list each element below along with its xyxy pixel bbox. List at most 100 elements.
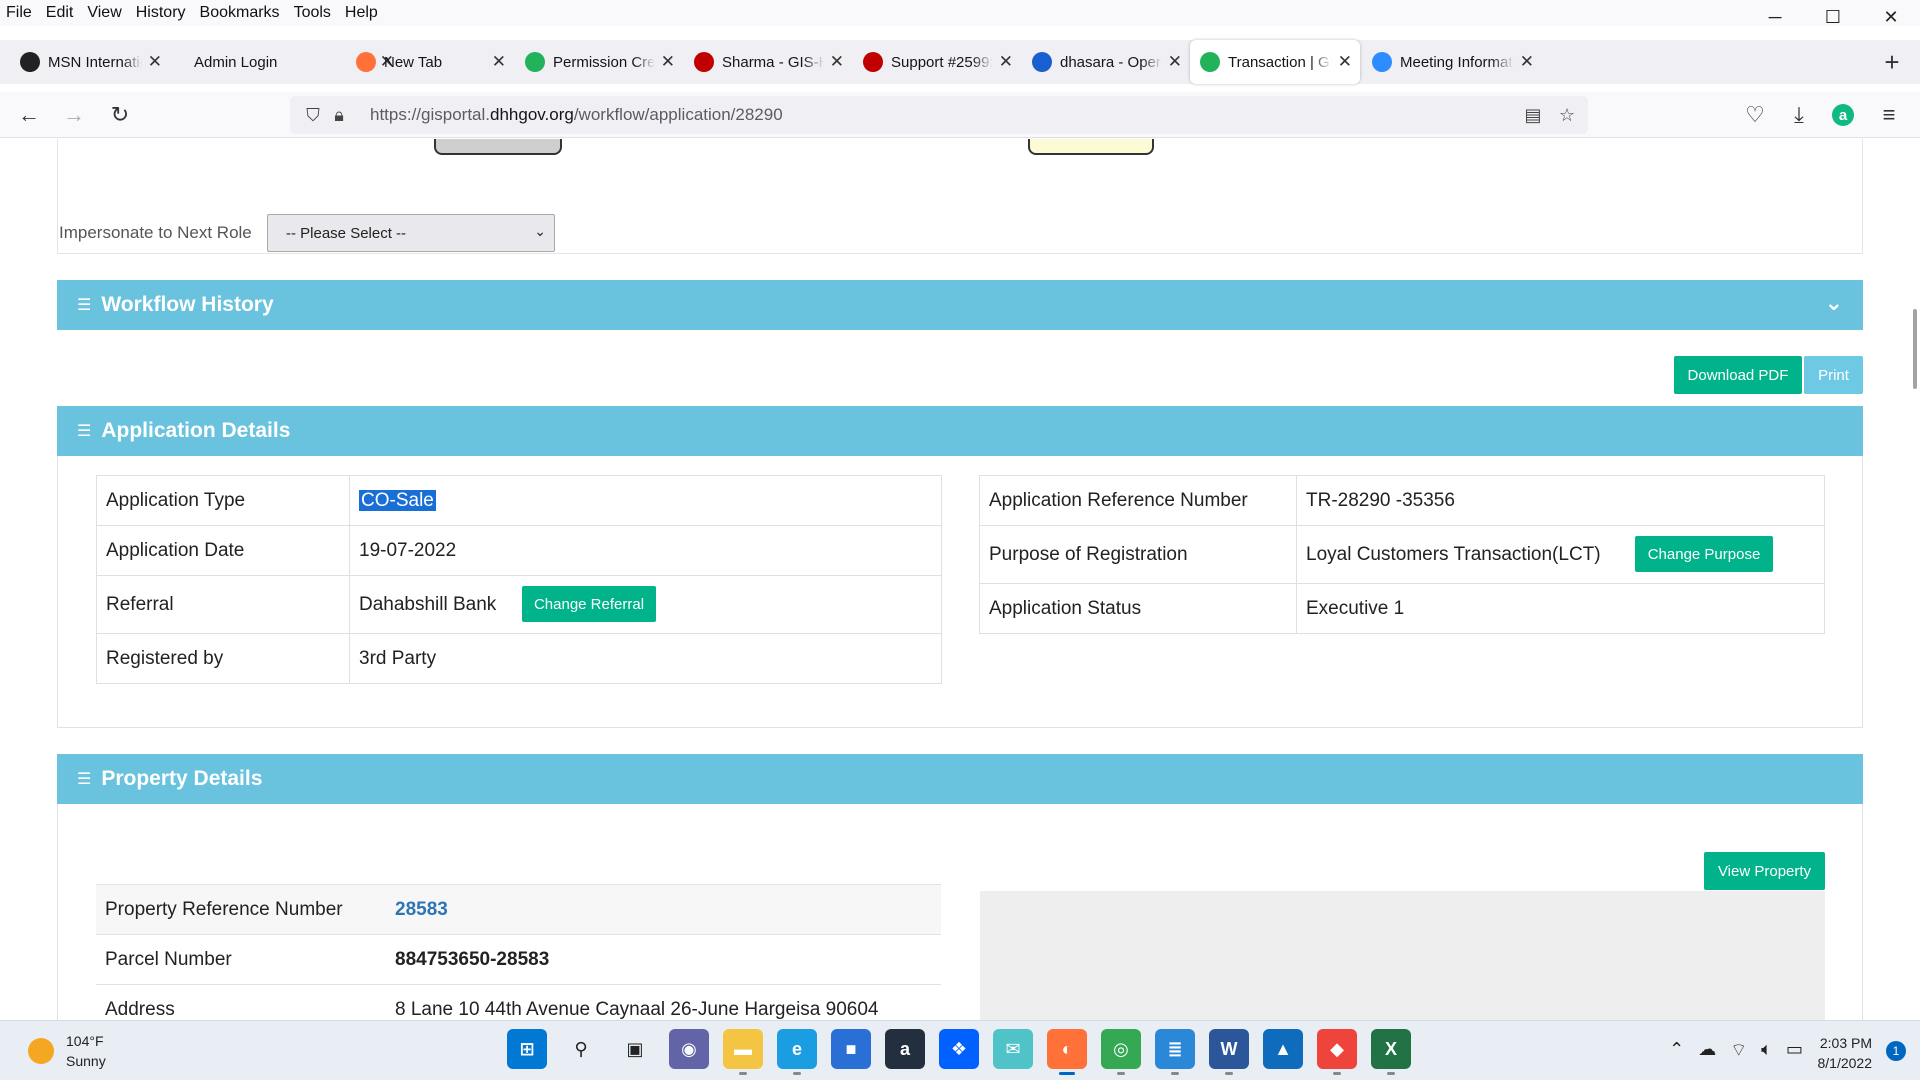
close-tab-icon[interactable]: ✕ xyxy=(148,52,162,72)
clock[interactable]: 2:03 PM 8/1/2022 xyxy=(1818,1033,1873,1073)
weather-description: Sunny xyxy=(66,1053,106,1069)
workflow-node xyxy=(1028,139,1154,155)
chrome-icon[interactable]: ◎ xyxy=(1101,1029,1141,1075)
weather-widget[interactable]: 104°F Sunny xyxy=(28,1031,106,1071)
close-tab-icon[interactable]: ✕ xyxy=(492,52,506,72)
forward-button[interactable]: → xyxy=(57,98,91,132)
close-tab-icon[interactable]: ✕ xyxy=(1338,52,1352,72)
app-menu-icon[interactable]: ≡ xyxy=(1872,98,1906,132)
file-explorer-icon[interactable]: ▬ xyxy=(723,1029,763,1075)
notification-badge[interactable]: 1 xyxy=(1886,1041,1906,1061)
new-tab-button[interactable]: + xyxy=(1878,40,1906,84)
menu-tools[interactable]: Tools xyxy=(287,4,338,22)
print-button[interactable]: Print xyxy=(1804,356,1863,394)
close-tab-icon[interactable]: ✕ xyxy=(1168,52,1182,72)
arrow-left-icon: ← xyxy=(18,102,40,127)
battery-icon[interactable]: ▭ xyxy=(1786,1039,1803,1062)
redmine-icon xyxy=(694,52,714,72)
tab-strip: MSN International Ed✕Admin Login✕New Tab… xyxy=(0,40,1920,84)
chevron-down-icon[interactable]: ⌄ xyxy=(1825,290,1843,316)
volume-icon[interactable]: 🔈︎ xyxy=(1761,1039,1772,1062)
close-tab-icon[interactable]: ✕ xyxy=(1520,52,1534,72)
teams-chat-icon[interactable]: ◉ xyxy=(669,1029,709,1069)
maximize-button[interactable]: ☐ xyxy=(1804,0,1862,34)
pocket-icon[interactable]: ♡ xyxy=(1738,98,1772,132)
photos-icon[interactable]: ▲ xyxy=(1263,1029,1303,1069)
reader-view-icon[interactable]: ▤ xyxy=(1520,102,1546,128)
reload-button[interactable]: ↻ xyxy=(103,98,137,132)
account-icon[interactable]: a xyxy=(1826,98,1860,132)
view-property-button[interactable]: View Property xyxy=(1704,852,1825,890)
wifi-icon[interactable]: ⌔ xyxy=(1730,1039,1747,1062)
excel-icon[interactable]: X xyxy=(1371,1029,1411,1075)
menu-history[interactable]: History xyxy=(129,4,193,22)
impersonate-role-select[interactable]: -- Please Select -- ⌄ xyxy=(267,214,555,252)
start-icon[interactable]: ⊞ xyxy=(507,1029,547,1069)
amazon-icon[interactable]: a xyxy=(885,1029,925,1069)
browser-tab[interactable]: Support #2599: Change ✕ xyxy=(853,40,1021,84)
tab-title: Permission Create | GIS xyxy=(553,53,655,71)
word-icon[interactable]: W xyxy=(1209,1029,1249,1075)
close-tab-icon[interactable]: ✕ xyxy=(830,52,844,72)
mail-icon[interactable]: ✉ xyxy=(993,1029,1033,1069)
property-reference-link[interactable]: 28583 xyxy=(395,899,448,920)
lock-icon[interactable]: 🔒︎ xyxy=(326,102,352,128)
list-icon: ☰ xyxy=(77,297,92,314)
workflow-history-header[interactable]: ☰ Workflow History ⌄ xyxy=(57,280,1863,330)
msn-icon xyxy=(20,52,40,72)
reference-number-value: TR-28290 -35356 xyxy=(1296,475,1825,526)
browser-tab[interactable]: New Tab ✕ xyxy=(346,40,514,84)
address-bar[interactable]: ⛉ 🔒︎ https://gisportal.dhhgov.org/workfl… xyxy=(290,96,1588,134)
firefox-icon[interactable]: ◐ xyxy=(1047,1029,1087,1075)
browser-tab[interactable]: dhasara - Operations ✕ xyxy=(1022,40,1190,84)
page-viewport[interactable]: Impersonate to Next Role -- Please Selec… xyxy=(0,139,1920,1020)
table-row: Registered by 3rd Party xyxy=(96,633,942,684)
property-map-area[interactable] xyxy=(980,891,1825,1020)
downloads-icon[interactable]: ⤓ xyxy=(1782,98,1816,132)
dropbox-icon[interactable]: ❖ xyxy=(939,1029,979,1069)
download-pdf-button[interactable]: Download PDF xyxy=(1674,356,1802,394)
browser-tab[interactable]: Transaction | GIS Portal ✕ xyxy=(1190,40,1360,84)
close-tab-icon[interactable]: ✕ xyxy=(999,52,1013,72)
change-purpose-button[interactable]: Change Purpose xyxy=(1635,536,1773,572)
page-scrollbar[interactable] xyxy=(1908,139,1920,1020)
cloud-icon[interactable]: ☁ xyxy=(1698,1039,1716,1062)
table-row: Application Type CO-Sale xyxy=(96,475,942,526)
detail-label: Registered by xyxy=(96,633,350,684)
system-tray: ⌃ ☁ ⌔ 🔈︎ ▭ xyxy=(1662,1039,1810,1062)
menu-bookmarks[interactable]: Bookmarks xyxy=(193,4,287,22)
scrollbar-thumb[interactable] xyxy=(1913,309,1917,389)
edge-icon[interactable]: e xyxy=(777,1029,817,1075)
anydesk-icon[interactable]: ◆ xyxy=(1317,1029,1357,1075)
notepad-icon[interactable]: ≣ xyxy=(1155,1029,1195,1075)
change-referral-button[interactable]: Change Referral xyxy=(522,586,656,622)
browser-tab[interactable]: Sharma - GIS-Hargeisa ✕ xyxy=(684,40,852,84)
property-value: 28583 xyxy=(386,884,941,935)
detail-value: Dahabshill Bank Change Referral xyxy=(349,575,942,634)
menu-file[interactable]: File xyxy=(0,4,39,22)
menu-help[interactable]: Help xyxy=(338,4,385,22)
close-tab-icon[interactable]: ✕ xyxy=(661,52,675,72)
table-row: Address 8 Lane 10 44th Avenue Caynaal 26… xyxy=(96,984,941,1020)
chevron-up-icon[interactable]: ⌃ xyxy=(1669,1039,1684,1062)
browser-tab[interactable]: Permission Create | GIS ✕ xyxy=(515,40,683,84)
back-button[interactable]: ← xyxy=(12,98,46,132)
search-icon[interactable]: ⚲ xyxy=(561,1029,601,1069)
close-window-button[interactable]: ✕ xyxy=(1862,0,1920,34)
table-row: Property Reference Number 28583 xyxy=(96,884,941,935)
clock-date: 8/1/2022 xyxy=(1817,1055,1873,1071)
bookmark-star-icon[interactable]: ☆ xyxy=(1554,102,1580,128)
task-view-icon[interactable]: ▣ xyxy=(615,1029,655,1069)
browser-tab[interactable]: Meeting Information ✕ xyxy=(1362,40,1542,84)
menu-view[interactable]: View xyxy=(80,4,128,22)
tab-title: Sharma - GIS-Hargeisa xyxy=(722,53,824,71)
gis-icon xyxy=(1200,52,1220,72)
minimize-button[interactable]: ─ xyxy=(1746,0,1804,34)
redmine-icon xyxy=(863,52,883,72)
menu-edit[interactable]: Edit xyxy=(39,4,81,22)
zoom-icon xyxy=(1372,52,1392,72)
shield-icon[interactable]: ⛉ xyxy=(300,102,326,128)
url-text[interactable]: https://gisportal.dhhgov.org/workflow/ap… xyxy=(370,105,783,125)
store-icon[interactable]: ■ xyxy=(831,1029,871,1069)
browser-tab[interactable]: MSN International Ed ✕ xyxy=(10,40,170,84)
